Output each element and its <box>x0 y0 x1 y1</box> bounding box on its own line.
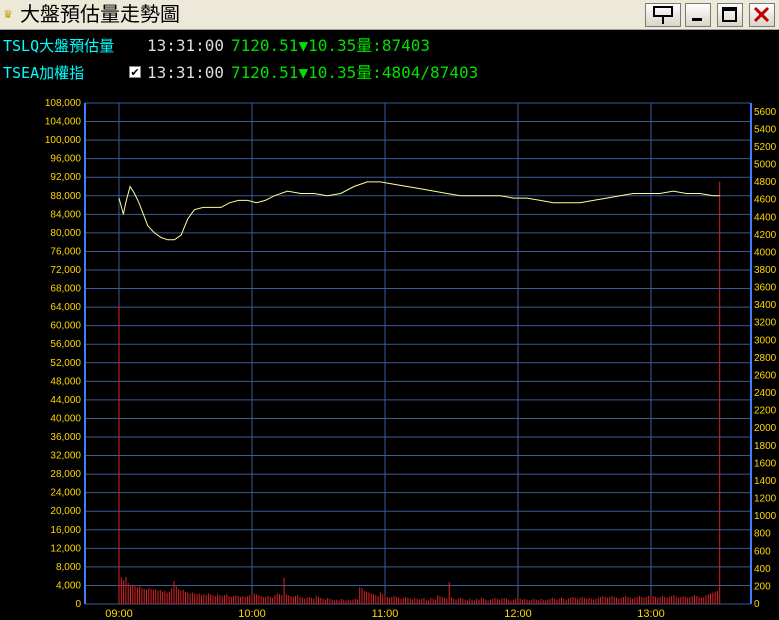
quote-name: TSLQ大盤預估量 <box>3 37 115 55</box>
right-axis-tick-label: 5600 <box>754 107 777 118</box>
minimize-icon <box>692 18 702 21</box>
right-axis-tick-label: 3200 <box>754 318 777 329</box>
left-axis-tick-label: 56,000 <box>50 339 81 350</box>
right-axis-tick-label: 4600 <box>754 195 777 206</box>
right-axis-tick-label: 1600 <box>754 458 777 469</box>
quote-price: 7120.51 <box>231 63 299 82</box>
left-axis-tick-label: 0 <box>75 599 81 610</box>
left-axis-tick-label: 88,000 <box>50 191 81 202</box>
right-axis-tick-label: 4200 <box>754 230 777 241</box>
left-axis-tick-label: 96,000 <box>50 154 81 165</box>
right-axis-tick-label: 3000 <box>754 335 777 346</box>
left-axis-tick-label: 64,000 <box>50 302 81 313</box>
left-axis-tick-label: 28,000 <box>50 469 81 480</box>
right-axis-tick-label: 1400 <box>754 476 777 487</box>
left-axis-tick-label: 92,000 <box>50 172 81 183</box>
left-axis-tick-label: 84,000 <box>50 209 81 220</box>
quote-time: 13:31:00 <box>147 36 225 55</box>
pin-icon <box>653 6 673 24</box>
right-axis-tick-label: 2200 <box>754 406 777 417</box>
right-axis-tick-label: 2800 <box>754 353 777 364</box>
right-axis-tick-label: 200 <box>754 581 771 592</box>
quote-row-tslq: TSLQ大盤預估量 13:31:00 7120.51▼10.35量:87403 <box>0 35 779 57</box>
volume-trend-chart: 108,000 104,000 100,000 96,000 92,000 88,000 8… <box>45 98 777 620</box>
right-axis-tick-label: 1000 <box>754 511 777 522</box>
time-axis-tick-label: 11:00 <box>372 608 399 620</box>
right-axis-tick-label: 4800 <box>754 177 777 188</box>
left-axis-tick-label: 108,000 <box>45 98 82 109</box>
tsea-checkbox[interactable]: ✔ <box>129 66 141 78</box>
right-axis-tick-label: 2000 <box>754 423 777 434</box>
right-axis-tick-label: 4400 <box>754 212 777 223</box>
left-axis-tick-label: 32,000 <box>50 451 81 462</box>
right-axis-tick-label: 5000 <box>754 160 777 171</box>
title-bar[interactable]: ♛ 大盤預估量走勢圖 <box>0 0 779 30</box>
left-axis-tick-label: 76,000 <box>50 246 81 257</box>
chart-grid <box>84 102 752 605</box>
left-axis-tick-label: 80,000 <box>50 228 81 239</box>
left-axis-tick-label: 8,000 <box>56 562 81 573</box>
window-title: 大盤預估量走勢圖 <box>20 2 180 26</box>
right-axis-tick-label: 0 <box>754 599 760 610</box>
left-axis-tick-label: 4,000 <box>56 580 81 591</box>
app-icon: ♛ <box>3 8 13 21</box>
close-icon <box>753 6 770 23</box>
quote-price: 7120.51 <box>231 36 299 55</box>
right-axis-tick-label: 1200 <box>754 494 777 505</box>
right-axis-ticks: 5600540052005000480046004400420040003800… <box>754 107 777 610</box>
right-axis-tick-label: 3600 <box>754 283 777 294</box>
quote-values: 7120.51▼10.35量:87403 <box>231 35 430 57</box>
left-axis-tick-label: 100,000 <box>45 135 82 146</box>
right-axis-tick-label: 3800 <box>754 265 777 276</box>
maximize-icon <box>722 7 737 22</box>
quote-time: 13:31:00 <box>147 63 225 82</box>
quote-change: 10.35 <box>308 63 357 82</box>
time-axis-tick-label: 13:00 <box>637 608 665 620</box>
right-axis-tick-label: 400 <box>754 564 771 575</box>
quote-volume: 量:4804/87403 <box>356 63 479 82</box>
quote-values: 7120.51▼10.35量:4804/87403 <box>231 62 478 84</box>
left-axis-tick-label: 52,000 <box>50 358 81 369</box>
left-axis-tick-label: 68,000 <box>50 284 81 295</box>
right-axis-tick-label: 600 <box>754 546 771 557</box>
pin-button[interactable] <box>645 3 681 27</box>
time-axis-tick-label: 12:00 <box>504 608 532 620</box>
minimize-button[interactable] <box>685 3 711 27</box>
right-axis-tick-label: 3400 <box>754 300 777 311</box>
estimated-volume-line <box>118 181 720 241</box>
time-axis-tick-label: 10:00 <box>238 608 266 620</box>
volume-bars <box>118 181 721 604</box>
right-axis-tick-label: 4000 <box>754 247 777 258</box>
maximize-button[interactable] <box>717 3 743 27</box>
time-axis-tick-label: 09:00 <box>105 608 133 620</box>
down-arrow-icon: ▼ <box>298 36 309 55</box>
right-axis-tick-label: 2400 <box>754 388 777 399</box>
left-axis-ticks: 108,000 104,000 100,000 96,000 92,000 88,000 8… <box>45 98 82 610</box>
right-axis-tick-label: 5400 <box>754 124 777 135</box>
quote-volume: 量:87403 <box>356 36 431 55</box>
time-axis-ticks: 09:00 10:00 11:00 12:00 13:00 <box>105 608 665 620</box>
right-axis-tick-label: 1800 <box>754 441 777 452</box>
right-axis-tick-label: 2600 <box>754 370 777 381</box>
right-axis-tick-label: 5200 <box>754 142 777 153</box>
left-axis-tick-label: 104,000 <box>45 117 82 128</box>
left-axis-tick-label: 72,000 <box>50 265 81 276</box>
left-axis-tick-label: 24,000 <box>50 488 81 499</box>
quote-row-tsea: TSEA加權指 ✔ 13:31:00 7120.51▼10.35量:4804/8… <box>0 62 779 84</box>
quote-change: 10.35 <box>308 36 357 55</box>
left-axis-tick-label: 36,000 <box>50 432 81 443</box>
quote-name: TSEA加權指 <box>3 64 85 82</box>
close-button[interactable] <box>749 3 775 27</box>
down-arrow-icon: ▼ <box>298 63 309 82</box>
left-axis-tick-label: 48,000 <box>50 376 81 387</box>
left-axis-tick-label: 60,000 <box>50 321 81 332</box>
left-axis-tick-label: 40,000 <box>50 413 81 424</box>
right-axis-tick-label: 800 <box>754 529 771 540</box>
left-axis-tick-label: 20,000 <box>50 506 81 517</box>
left-axis-tick-label: 16,000 <box>50 525 81 536</box>
left-axis-tick-label: 12,000 <box>50 543 81 554</box>
left-axis-tick-label: 44,000 <box>50 395 81 406</box>
